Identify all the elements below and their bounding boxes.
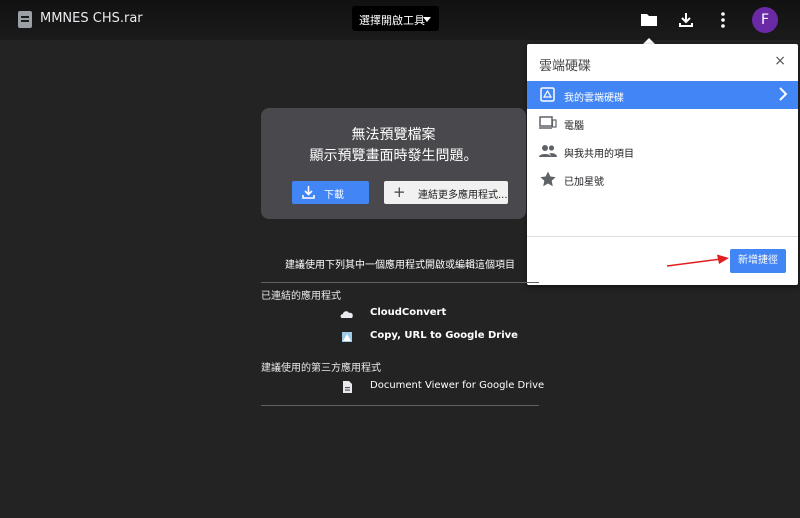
popup-item-my-drive[interactable]: 我的雲端硬碟: [527, 81, 798, 109]
open-with-dropdown[interactable]: 選擇開啟工具: [352, 6, 439, 31]
people-icon: [539, 145, 557, 157]
popup-item-starred[interactable]: 已加星號: [527, 165, 798, 193]
more-vert-icon[interactable]: [713, 10, 733, 30]
drive-picker-popup: 雲端硬碟 × 我的雲端硬碟 電腦 與我共用的項目 已加星號 新增捷徑: [527, 44, 798, 285]
add-shortcut-button[interactable]: 新增捷徑: [730, 249, 786, 273]
popup-item-shared[interactable]: 與我共用的項目: [527, 137, 798, 165]
open-with-label: 選擇開啟工具: [359, 14, 425, 27]
divider: [261, 282, 539, 283]
avatar[interactable]: F: [752, 7, 778, 33]
download-button-label: 下載: [324, 190, 344, 201]
popup-title: 雲端硬碟: [539, 59, 592, 74]
suggest-heading: 建議使用下列其中一個應用程式開啟或編輯這個項目: [285, 260, 515, 271]
connect-more-apps-button[interactable]: + 連結更多應用程式...: [384, 181, 508, 204]
connect-more-apps-label: 連結更多應用程式...: [418, 190, 508, 201]
popup-item-label: 電腦: [564, 121, 584, 132]
red-arrow-annotation: [666, 254, 729, 267]
star-icon: [540, 171, 556, 187]
preview-error-card: 無法預覽檔案 顯示預覽畫面時發生問題。 下載 + 連結更多應用程式...: [261, 108, 526, 219]
computer-icon: [539, 116, 557, 129]
app-name: Copy, URL to Google Drive: [370, 330, 518, 341]
cloudconvert-icon: [340, 311, 353, 318]
app-name: Document Viewer for Google Drive: [370, 380, 545, 391]
popup-item-label: 我的雲端硬碟: [564, 93, 624, 104]
folder-icon[interactable]: [639, 10, 659, 30]
error-title: 無法預覽檔案: [351, 127, 436, 143]
download-button[interactable]: 下載: [292, 181, 369, 204]
download-icon[interactable]: [676, 10, 696, 30]
drive-icon: [540, 87, 555, 102]
error-message: 顯示預覽畫面時發生問題。: [309, 148, 478, 164]
popup-item-computers[interactable]: 電腦: [527, 109, 798, 137]
download-icon: [302, 186, 315, 199]
third-party-apps-title: 建議使用的第三方應用程式: [261, 363, 381, 374]
popup-item-label: 與我共用的項目: [564, 149, 634, 160]
top-bar: MMNES CHS.rar 選擇開啟工具 F: [0, 0, 800, 40]
connected-apps-title: 已連結的應用程式: [261, 291, 341, 302]
caret-down-icon: [423, 17, 431, 22]
divider: [261, 405, 539, 406]
document-icon: [343, 381, 352, 393]
file-icon: [18, 11, 32, 28]
copy-url-icon: [342, 332, 352, 342]
file-name: MMNES CHS.rar: [40, 11, 143, 26]
close-icon[interactable]: ×: [774, 53, 786, 69]
plus-icon: +: [393, 183, 406, 201]
chevron-right-icon[interactable]: [778, 86, 788, 102]
popup-divider: [527, 236, 798, 237]
app-name: CloudConvert: [370, 307, 447, 318]
popup-item-label: 已加星號: [564, 177, 604, 188]
